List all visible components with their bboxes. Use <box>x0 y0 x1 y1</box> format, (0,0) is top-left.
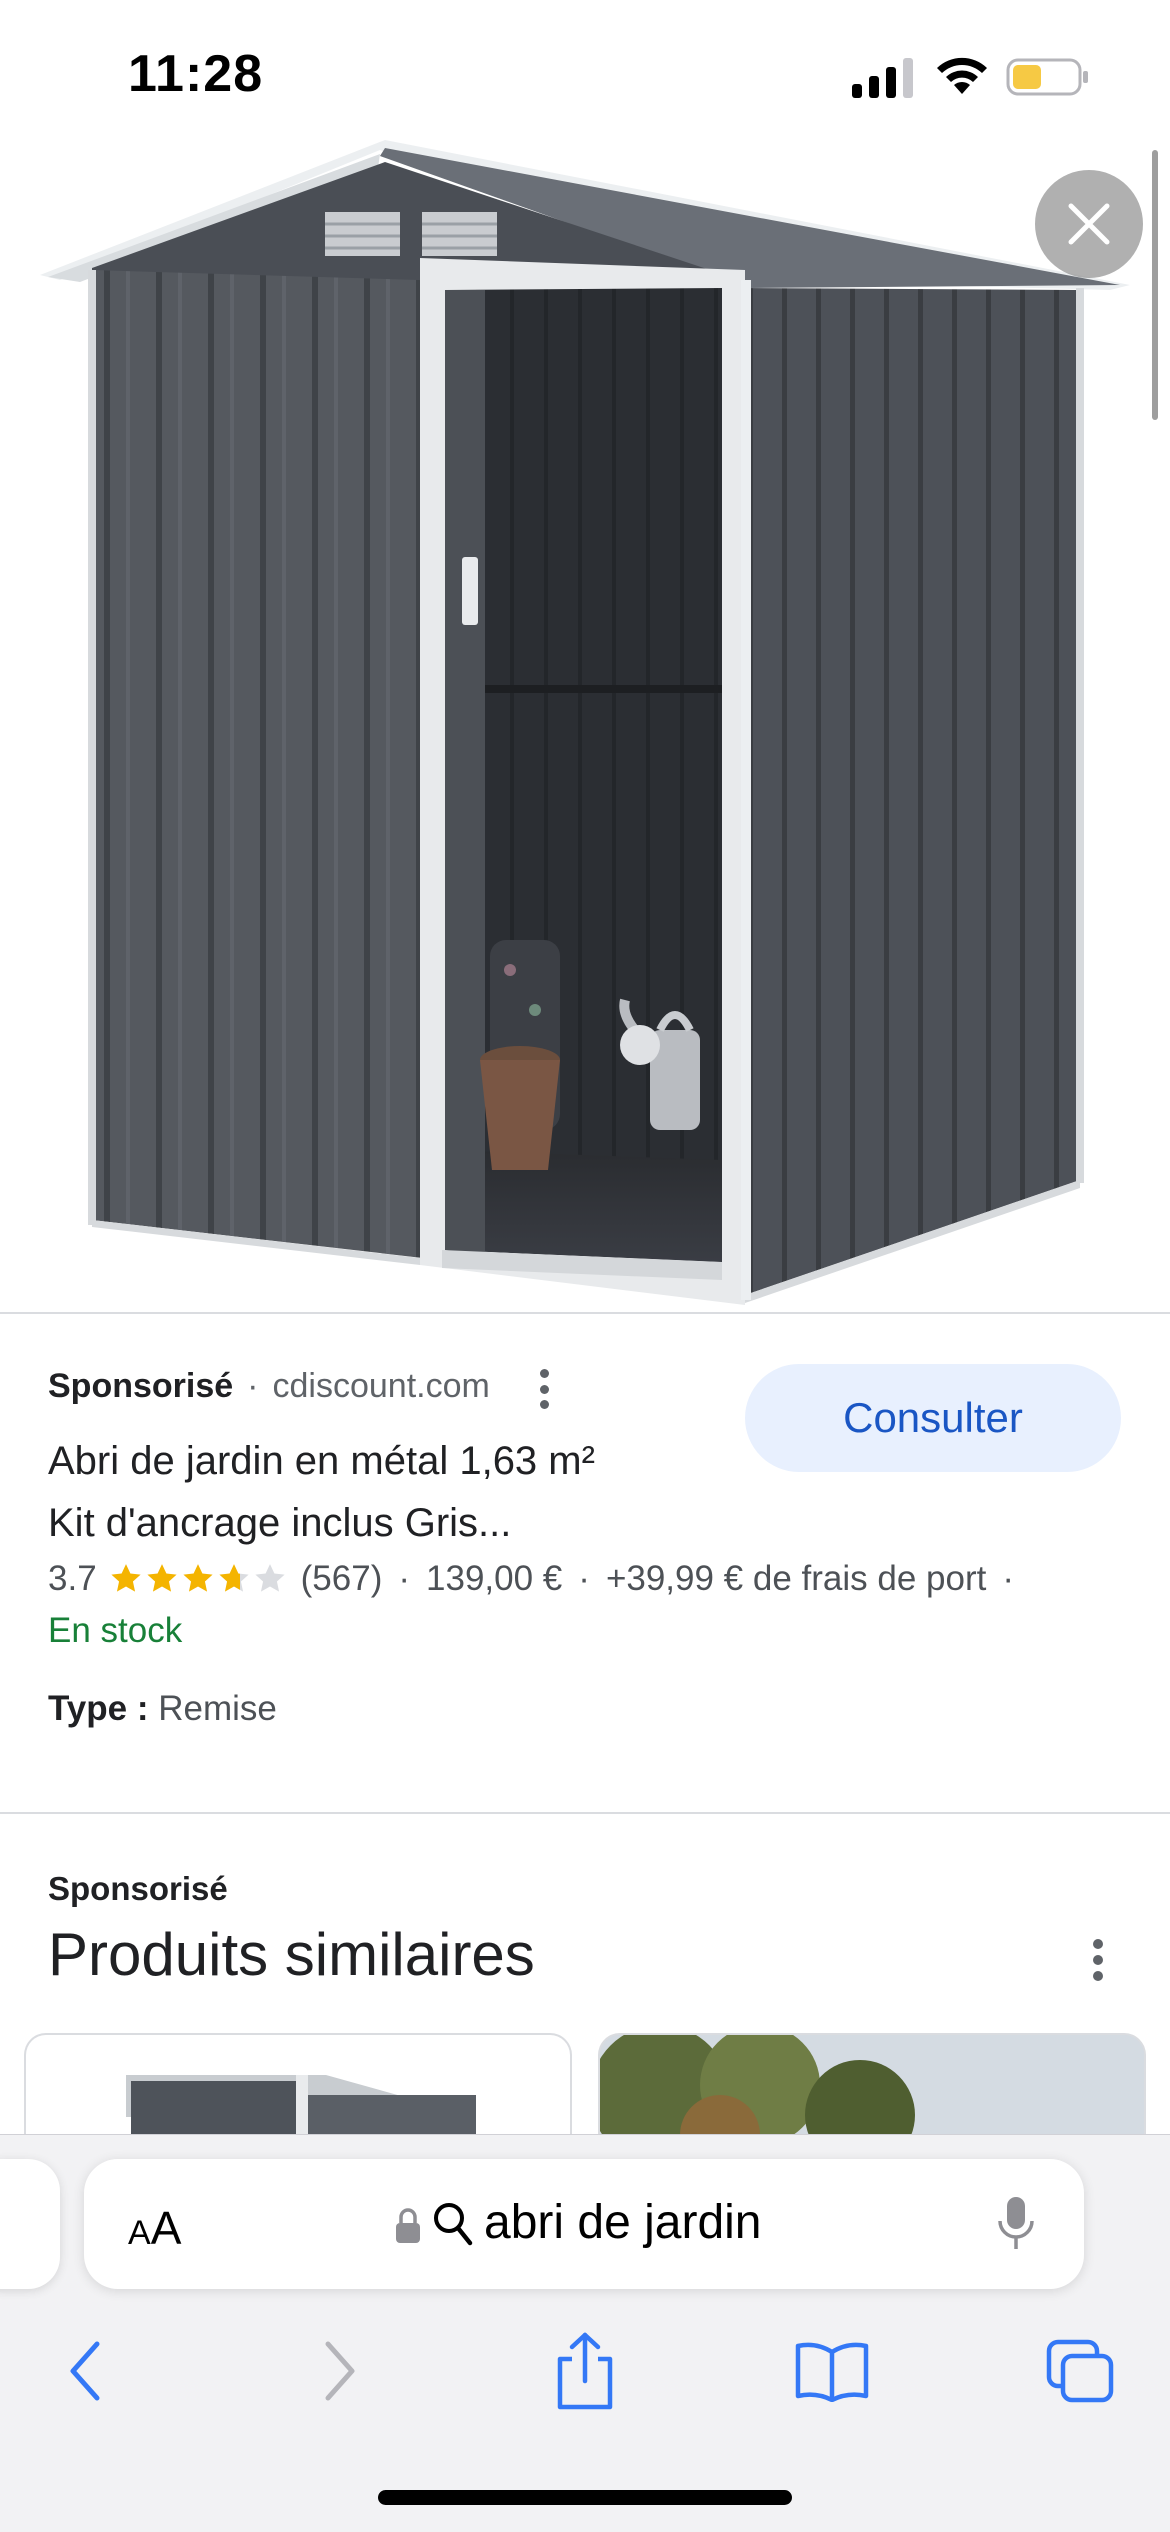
separator-dot: · <box>398 1559 411 1598</box>
product-type: Type : Remise <box>48 1689 277 1729</box>
kebab-dot <box>539 1384 549 1394</box>
separator-dot: · <box>578 1559 590 1598</box>
status-time: 11:28 <box>128 45 264 103</box>
back-button[interactable] <box>50 2321 120 2421</box>
book-icon <box>795 2342 869 2402</box>
product-image[interactable] <box>0 140 1170 1315</box>
share-icon <box>557 2332 613 2410</box>
shed-thumbnail <box>126 2075 476 2143</box>
bookmarks-button[interactable] <box>790 2321 874 2421</box>
home-indicator[interactable] <box>378 2490 792 2505</box>
text-size-small-a: A <box>128 2214 151 2252</box>
divider <box>0 1312 1170 1314</box>
more-options-button[interactable] <box>524 1365 564 1413</box>
kebab-dot <box>1093 1955 1103 1965</box>
close-button[interactable] <box>1035 170 1143 278</box>
star-icon <box>219 1564 249 1592</box>
garden-shed-illustration <box>40 140 1130 1305</box>
kebab-dot <box>539 1400 549 1409</box>
search-icon <box>434 2203 473 2246</box>
chevron-left-icon <box>70 2341 100 2401</box>
separator-dot: · <box>247 1367 259 1405</box>
type-value: Remise <box>158 1689 277 1728</box>
cellular-signal-icon <box>852 58 913 98</box>
product-title-line: Abri de jardin en métal 1,63 m² <box>48 1439 595 1483</box>
wifi-icon <box>937 57 987 94</box>
star-rating <box>109 1562 289 1596</box>
product-card: Sponsorisé · cdiscount.com Consulter Abr… <box>0 1317 1170 1812</box>
browser-nav-row <box>0 2321 1170 2421</box>
tabs-button[interactable] <box>1040 2321 1120 2421</box>
sponsored-label: Sponsorisé <box>48 1870 228 1907</box>
previous-tab-peek[interactable] <box>0 2159 60 2289</box>
status-bar: 11:28 <box>0 0 1170 140</box>
kebab-dot <box>1093 1971 1103 1981</box>
share-button[interactable] <box>545 2321 625 2421</box>
address-text[interactable]: abri de jardin <box>484 2195 762 2250</box>
kebab-dot <box>1093 1939 1103 1949</box>
star-icon <box>111 1564 141 1592</box>
similar-product-card[interactable] <box>24 2033 572 2143</box>
divider <box>0 1812 1170 1814</box>
browser-toolbar: AA abri de jardin <box>0 2134 1170 2532</box>
text-size-large-a: A <box>150 2202 182 2254</box>
product-title-line: Kit d'ancrage inclus Gris... <box>48 1501 512 1545</box>
chevron-right-icon <box>325 2341 355 2401</box>
battery-icon <box>1006 58 1088 96</box>
tabs-icon <box>1046 2339 1114 2403</box>
separator-dot: · <box>1002 1559 1014 1598</box>
stock-status: En stock <box>48 1611 183 1650</box>
address-bar[interactable]: AA abri de jardin <box>84 2159 1084 2289</box>
sponsored-label: Sponsorisé <box>48 1367 234 1405</box>
consult-button[interactable]: Consulter <box>745 1364 1121 1472</box>
price: 139,00 € <box>426 1559 563 1598</box>
sponsor-line: Sponsorisé · cdiscount.com <box>48 1367 490 1406</box>
rating-value: 3.7 <box>48 1559 97 1598</box>
star-icon <box>183 1564 213 1592</box>
text-size-button[interactable]: AA <box>128 2201 181 2255</box>
product-title[interactable]: Abri de jardin en métal 1,63 m² Kit d'an… <box>48 1430 728 1554</box>
close-icon <box>1068 203 1110 245</box>
shipping-cost: +39,99 € de frais de port <box>605 1559 987 1598</box>
lock-icon <box>396 2208 420 2243</box>
outdoor-thumbnail <box>600 2035 1144 2143</box>
star-icon <box>147 1564 177 1592</box>
kebab-dot <box>539 1369 549 1378</box>
type-label: Type : <box>48 1689 149 1728</box>
review-count: (567) <box>300 1559 383 1598</box>
similar-product-card[interactable] <box>598 2033 1146 2143</box>
more-options-button[interactable] <box>1078 1935 1118 1985</box>
merchant-domain[interactable]: cdiscount.com <box>273 1367 490 1406</box>
similar-products-section: Sponsorisé Produits similaires <box>0 1815 1170 2143</box>
forward-button[interactable] <box>305 2321 375 2421</box>
star-icon <box>255 1564 285 1592</box>
product-meta: 3.7 (567) · 139,00 € · +39,99 € de frais… <box>48 1559 1138 1599</box>
mic-icon[interactable] <box>996 2195 1036 2253</box>
scrollbar[interactable] <box>1152 150 1158 420</box>
section-title: Produits similaires <box>48 1921 535 1988</box>
